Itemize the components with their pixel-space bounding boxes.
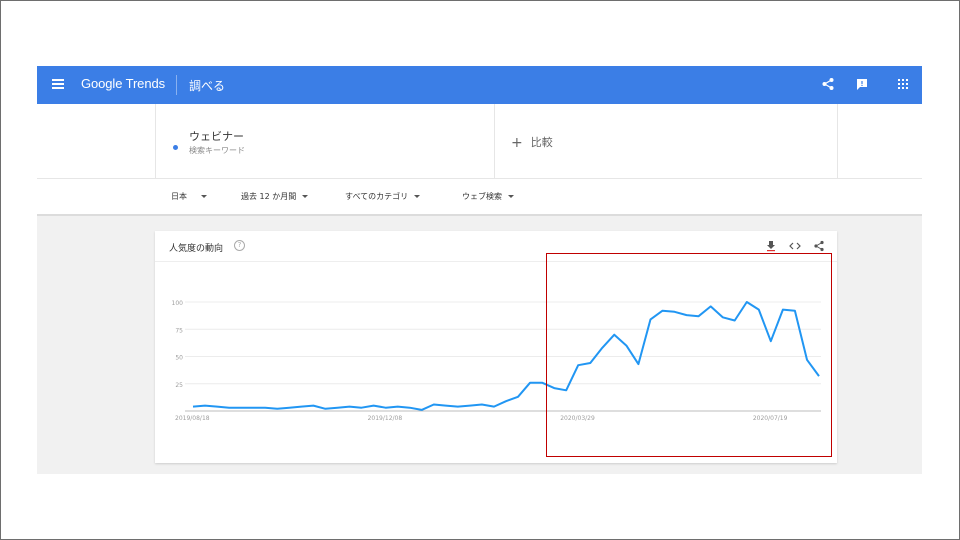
x-tick-label: 2020/07/19	[753, 415, 788, 422]
term-color-dot	[173, 145, 178, 150]
filter-bar: 日本 過去 12 か月間 すべてのカテゴリ ウェブ検索	[37, 179, 922, 216]
data-point[interactable]	[720, 314, 726, 320]
x-tick-label: 2019/12/08	[368, 415, 403, 422]
compare-button[interactable]: + 比較	[511, 134, 553, 151]
data-point[interactable]	[383, 405, 389, 411]
data-point[interactable]	[515, 394, 521, 400]
region-label: 日本	[171, 192, 187, 201]
y-tick-label: 50	[175, 355, 183, 362]
data-point[interactable]	[359, 405, 365, 411]
data-point[interactable]	[539, 380, 545, 386]
search-term-card: ウェビナー 検索キーワード + 比較	[37, 104, 922, 179]
data-point[interactable]	[202, 403, 208, 409]
data-point[interactable]	[635, 361, 641, 367]
data-point[interactable]	[551, 385, 557, 391]
property-label: ウェブ検索	[462, 192, 502, 201]
data-point[interactable]	[587, 360, 593, 366]
data-point[interactable]	[684, 312, 690, 318]
y-tick-label: 100	[172, 300, 184, 307]
feedback-icon[interactable]	[855, 77, 869, 91]
data-point[interactable]	[611, 332, 617, 338]
google-trends-screen: Google Trends 調べる ウェビナー 検索キーワード + 比較 日本 …	[37, 66, 922, 474]
data-point[interactable]	[503, 398, 509, 404]
data-point[interactable]	[768, 338, 774, 344]
data-point[interactable]	[696, 313, 702, 319]
data-point[interactable]	[744, 299, 750, 305]
data-point[interactable]	[780, 307, 786, 313]
data-point[interactable]	[792, 308, 798, 314]
brand-separator	[176, 75, 177, 95]
data-point[interactable]	[407, 405, 413, 411]
region-filter[interactable]: 日本	[171, 191, 207, 202]
x-tick-label: 2020/03/29	[560, 415, 595, 422]
data-point[interactable]	[672, 309, 678, 315]
search-term-type: 検索キーワード	[189, 146, 245, 155]
data-point[interactable]	[708, 303, 714, 309]
menu-icon[interactable]	[52, 79, 64, 89]
data-point[interactable]	[286, 405, 292, 411]
data-point[interactable]	[455, 404, 461, 410]
compare-label: 比較	[530, 136, 553, 149]
data-point[interactable]	[647, 316, 653, 322]
card-divider	[837, 104, 838, 179]
data-point[interactable]	[262, 405, 268, 411]
data-point[interactable]	[395, 404, 401, 410]
data-point[interactable]	[443, 403, 449, 409]
category-label: すべてのカテゴリ	[345, 192, 409, 201]
data-point[interactable]	[431, 401, 437, 407]
data-point[interactable]	[479, 401, 485, 407]
data-point[interactable]	[310, 403, 316, 409]
y-tick-label: 75	[175, 327, 183, 334]
data-point[interactable]	[190, 404, 196, 410]
chevron-down-icon	[201, 195, 207, 198]
data-point[interactable]	[214, 404, 220, 410]
line-chart: 25 50 75 100 2019/08/18 2019/12/08 2020/03/29 2…	[172, 299, 822, 422]
y-tick-label: 25	[175, 382, 183, 389]
data-point[interactable]	[491, 404, 497, 410]
data-point[interactable]	[274, 406, 280, 412]
chevron-down-icon	[508, 195, 514, 198]
property-filter[interactable]: ウェブ検索	[462, 191, 514, 202]
chevron-down-icon	[302, 195, 309, 198]
share-icon[interactable]	[821, 77, 835, 91]
data-point[interactable]	[322, 406, 328, 412]
explore-link[interactable]: 調べる	[189, 77, 225, 94]
data-point[interactable]	[756, 307, 762, 313]
data-point[interactable]	[660, 308, 666, 314]
data-point[interactable]	[804, 357, 810, 363]
search-term-box[interactable]: ウェビナー 検索キーワード	[155, 104, 495, 179]
chevron-down-icon	[414, 195, 421, 198]
data-point[interactable]	[575, 362, 581, 368]
data-point[interactable]	[527, 380, 533, 386]
data-point[interactable]	[250, 405, 256, 411]
time-label: 過去 12 か月間	[241, 192, 297, 201]
interest-over-time-card: 人気度の動向 ? 25 50 75 100 2019/08/18 2019/12/08 20…	[155, 231, 837, 463]
data-point[interactable]	[599, 345, 605, 351]
data-point[interactable]	[816, 373, 822, 379]
brand-logo[interactable]: Google Trends	[81, 76, 165, 91]
data-point[interactable]	[347, 404, 353, 410]
time-filter[interactable]: 過去 12 か月間	[241, 191, 309, 202]
data-point[interactable]	[371, 403, 377, 409]
plus-icon: +	[511, 135, 523, 151]
data-point[interactable]	[623, 343, 629, 349]
data-point[interactable]	[732, 318, 738, 324]
data-point[interactable]	[467, 403, 473, 409]
data-point[interactable]	[226, 405, 232, 411]
x-tick-label: 2019/08/18	[175, 415, 210, 422]
data-point[interactable]	[563, 387, 569, 393]
apps-icon[interactable]	[896, 77, 910, 91]
search-term[interactable]: ウェビナー	[189, 128, 244, 144]
data-point[interactable]	[334, 405, 340, 411]
category-filter[interactable]: すべてのカテゴリ	[345, 191, 421, 202]
data-point[interactable]	[298, 404, 304, 410]
top-app-bar: Google Trends 調べる	[37, 66, 922, 104]
data-point[interactable]	[238, 405, 244, 411]
data-point[interactable]	[419, 407, 425, 413]
